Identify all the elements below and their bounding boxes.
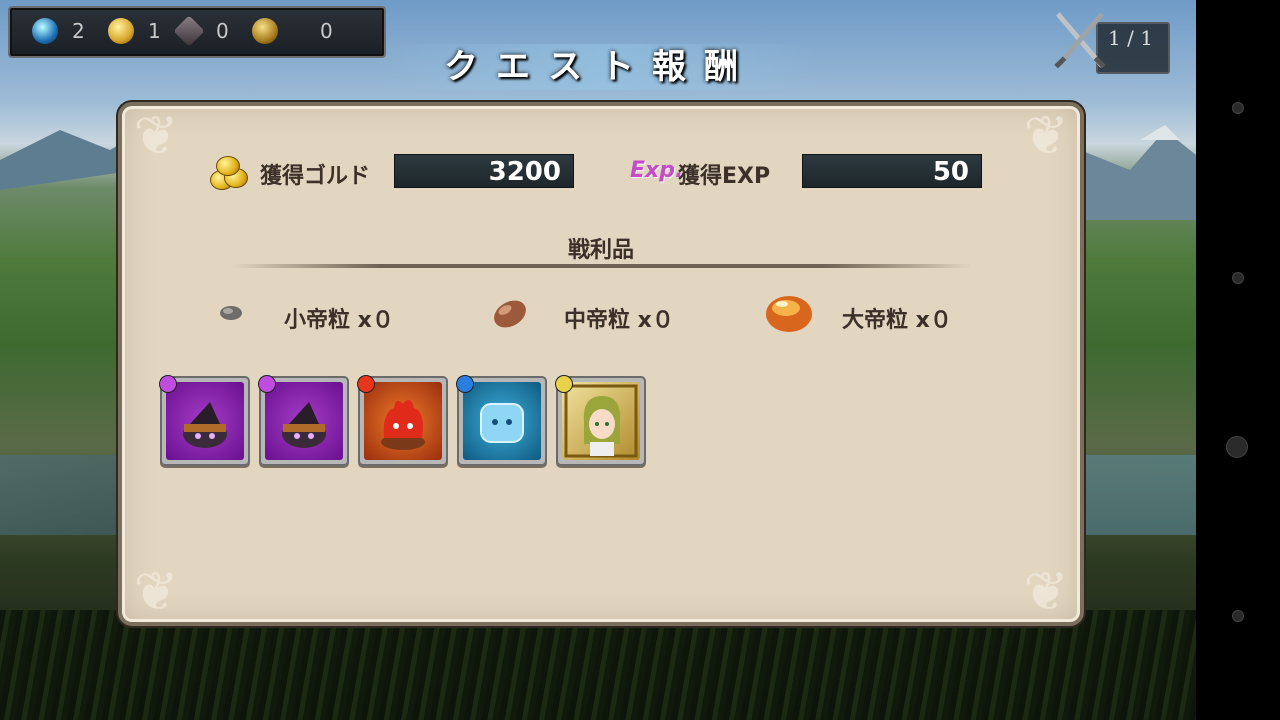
currency-value: 0 [216,19,229,43]
corner-ornament: ❦ [133,104,179,167]
ice-slime-icon [480,403,524,443]
dark-element-icon [258,375,276,393]
section-divider [232,264,972,268]
exp-value: 50 [802,154,982,188]
medium-grain-label: 中帝粒 x０ [564,308,674,333]
small-grain-icon [220,306,242,320]
small-grain-label: 小帝粒 x０ [284,308,394,333]
dark-witch-hat-slime-icon [183,402,227,448]
card-art [364,382,442,460]
corner-ornament: ❦ [1023,560,1069,623]
gold-label: 獲得ゴルド [260,164,371,189]
card-art [265,382,343,460]
spoils-title: 戦利品 [567,238,634,263]
card-art [562,382,640,460]
nav-dot [1232,272,1244,284]
blonde-hero-portrait-icon [564,384,638,458]
gold-coins-icon [210,156,254,190]
card-art [463,382,541,460]
gold-value: 3200 [394,154,574,188]
currency-item: 0 [173,15,229,47]
home-button[interactable] [1226,436,1248,458]
fire-slime-icon [381,399,425,450]
currency-value: 2 [72,19,85,43]
fire-element-icon [357,375,375,393]
nav-dot [1232,102,1244,114]
reward-item-card[interactable] [357,375,448,466]
reward-item-card[interactable] [456,375,547,466]
reward-item-card[interactable] [159,375,250,466]
reward-item-card[interactable] [258,375,349,466]
dark-witch-hat-slime-icon [282,402,326,448]
medium-grain-icon [494,300,526,328]
currency-bar: 2 1 0 0 [8,6,386,58]
battle-counter: 1 / 1 [1050,8,1170,74]
water-element-icon [456,375,474,393]
corner-ornament: ❦ [1023,104,1069,167]
large-grain-label: 大帝粒 x０ [842,308,952,333]
large-grain-icon [766,296,812,332]
reward-panel: ❦ ❦ ❦ ❦ 獲得ゴルド 3200 Exp. 獲得EXP 50 戦利品 小帝粒… [118,102,1084,626]
currency-item: 0 [252,16,333,46]
page-title: クエスト報酬 [380,44,820,90]
currency-item: 1 [108,16,161,46]
dark-element-icon [159,375,177,393]
gold-coin-pouch-icon [252,18,278,44]
battle-current: 1 [1108,26,1121,50]
reward-item-card[interactable] [555,375,646,466]
exp-badge-icon: Exp. [630,158,684,183]
currency-item: 2 [32,16,85,46]
card-art [166,382,244,460]
currency-value: 0 [320,19,333,43]
system-navigation-bar [1196,0,1280,720]
crossed-swords-icon [1054,12,1106,69]
light-element-icon [555,375,573,393]
dark-crystal-icon [173,15,205,47]
currency-value: 1 [148,19,161,43]
gold-orb-icon [108,18,134,44]
foreground-grass [0,610,1196,720]
blue-orb-icon [32,18,58,44]
corner-ornament: ❦ [133,560,179,623]
battle-total: 1 [1140,26,1153,50]
nav-dot [1232,610,1244,622]
battle-count: 1 / 1 [1108,26,1153,50]
exp-label: 獲得EXP [678,164,771,189]
